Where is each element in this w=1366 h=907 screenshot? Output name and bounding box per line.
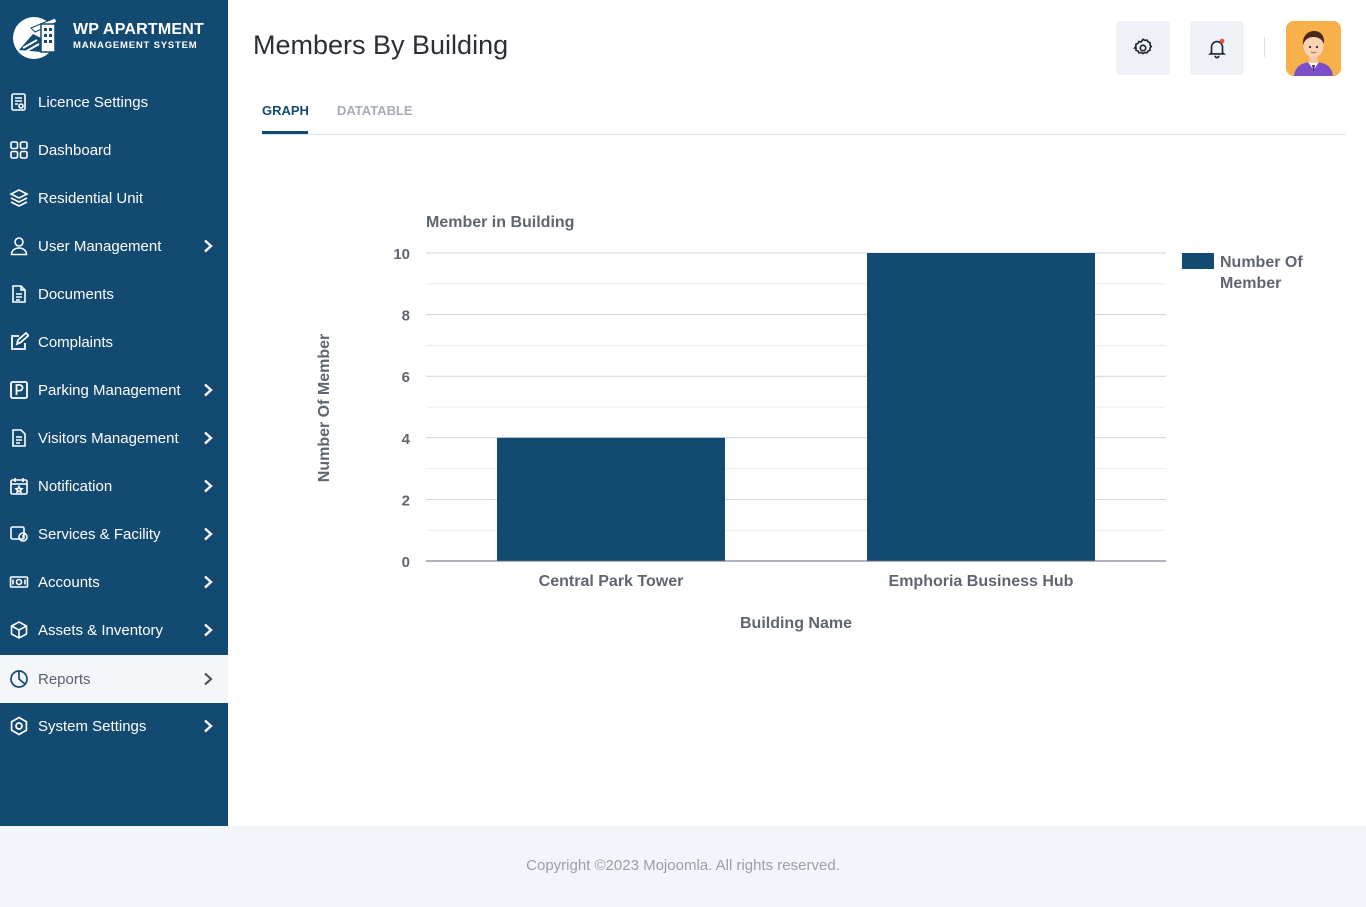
- sidebar-item-label: Services & Facility: [38, 525, 161, 543]
- sidebar-item-label: Assets & Inventory: [38, 621, 164, 639]
- sidebar-item-label: Licence Settings: [38, 93, 149, 111]
- y-tick-label: 4: [402, 431, 411, 448]
- sidebar-item-documents[interactable]: Documents: [0, 270, 228, 318]
- sidebar-item-services-facility[interactable]: Services & Facility: [0, 510, 228, 558]
- sidebar-item-label: Visitors Management: [38, 429, 179, 447]
- chevron-right-icon: [202, 574, 214, 590]
- y-axis-label: Number Of Member: [316, 334, 333, 482]
- sidebar-item-assets-inventory[interactable]: Assets & Inventory: [0, 606, 228, 654]
- edit-icon: [8, 331, 30, 353]
- sidebar-item-accounts[interactable]: Accounts: [0, 558, 228, 606]
- x-axis-ticks: Central Park Tower Emphoria Business Hub: [539, 573, 1074, 590]
- footer-copyright: Copyright ©2023 Mojoomla. All rights res…: [526, 857, 840, 874]
- header-divider: [1264, 37, 1265, 57]
- chevron-right-icon: [202, 671, 214, 687]
- bell-icon: [1208, 38, 1226, 59]
- tab-datatable[interactable]: DATATABLE: [337, 103, 413, 118]
- sidebar-item-label: Reports: [38, 670, 91, 688]
- y-tick-label: 10: [393, 246, 410, 263]
- brand-title: WP APARTMENT: [73, 21, 204, 38]
- legend-label-line-2: Member: [1220, 275, 1281, 292]
- page-title: Members By Building: [253, 30, 509, 60]
- tab-graph[interactable]: GRAPH: [262, 103, 309, 118]
- sidebar-item-label: System Settings: [38, 717, 147, 735]
- brand-subtitle: MANAGEMENT SYSTEM: [73, 40, 198, 51]
- parking-icon: [8, 379, 30, 401]
- y-tick-label: 8: [402, 308, 410, 325]
- sidebar-item-label: Residential Unit: [38, 189, 144, 207]
- sidebar-item-licence-settings[interactable]: Licence Settings: [0, 78, 228, 126]
- services-icon: [8, 523, 30, 545]
- user-icon: [8, 235, 30, 257]
- sidebar-item-system-settings[interactable]: System Settings: [0, 702, 228, 750]
- y-tick-label: 6: [402, 369, 410, 386]
- chevron-right-icon: [202, 478, 214, 494]
- legend-label: Number Of Member: [1220, 254, 1307, 292]
- chart-gridlines: [426, 252, 1166, 531]
- sidebar-item-label: User Management: [38, 237, 162, 255]
- chart-bars: [497, 253, 1095, 561]
- x-tick-label: Central Park Tower: [539, 573, 684, 590]
- document-icon: [8, 283, 30, 305]
- gear-icon: [1133, 38, 1153, 55]
- licence-icon: [8, 91, 30, 113]
- box-icon: [8, 619, 30, 641]
- chart-title: Member in Building: [426, 214, 574, 231]
- legend-label-line-1: Number Of: [1220, 254, 1303, 271]
- money-icon: [8, 571, 30, 593]
- y-tick-label: 2: [402, 492, 410, 509]
- tabs-divider: [262, 134, 1346, 135]
- sidebar-item-label: Dashboard: [38, 141, 112, 159]
- settings-button[interactable]: [1116, 21, 1170, 75]
- bar[interactable]: [867, 253, 1095, 561]
- sidebar-item-residential-unit[interactable]: Residential Unit: [0, 174, 228, 222]
- bar[interactable]: [497, 437, 725, 561]
- chevron-right-icon: [202, 718, 214, 734]
- calendar-star-icon: [8, 475, 30, 497]
- sidebar-item-label: Notification: [38, 477, 113, 495]
- building-logo-icon: [13, 17, 58, 59]
- user-avatar-icon: [1286, 21, 1341, 76]
- visitors-icon: [8, 427, 30, 449]
- sidebar-item-label: Documents: [38, 285, 114, 303]
- sidebar-item-reports[interactable]: Reports: [0, 655, 228, 703]
- chevron-right-icon: [202, 526, 214, 542]
- chevron-right-icon: [202, 382, 214, 398]
- sidebar-item-user-management[interactable]: User Management: [0, 222, 228, 270]
- brand-logo[interactable]: WP APARTMENT MANAGEMENT SYSTEM: [11, 14, 221, 62]
- settings-icon: [8, 715, 30, 737]
- y-axis-ticks: 0 2 4 6 8 10: [393, 246, 410, 571]
- x-tick-label: Emphoria Business Hub: [889, 573, 1074, 590]
- sidebar-item-parking-management[interactable]: Parking Management: [0, 366, 228, 414]
- notifications-button[interactable]: [1190, 21, 1244, 75]
- sidebar-item-notification[interactable]: Notification: [0, 462, 228, 510]
- legend-swatch: [1182, 253, 1214, 269]
- sidebar-item-complaints[interactable]: Complaints: [0, 318, 228, 366]
- sidebar-item-label: Accounts: [38, 573, 100, 591]
- sidebar-item-label: Parking Management: [38, 381, 181, 399]
- dashboard-icon: [8, 139, 30, 161]
- pie-chart-icon: [8, 668, 30, 690]
- sidebar-item-label: Complaints: [38, 333, 114, 351]
- y-tick-label: 0: [402, 554, 410, 571]
- avatar[interactable]: [1286, 21, 1341, 76]
- x-axis-label: Building Name: [740, 615, 852, 632]
- sidebar-item-visitors-management[interactable]: Visitors Management: [0, 414, 228, 462]
- sidebar-item-dashboard[interactable]: Dashboard: [0, 126, 228, 174]
- layers-icon: [8, 187, 30, 209]
- chevron-right-icon: [202, 430, 214, 446]
- sidebar: WP APARTMENT MANAGEMENT SYSTEM Licence S…: [0, 0, 228, 826]
- chevron-right-icon: [202, 622, 214, 638]
- chevron-right-icon: [202, 238, 214, 254]
